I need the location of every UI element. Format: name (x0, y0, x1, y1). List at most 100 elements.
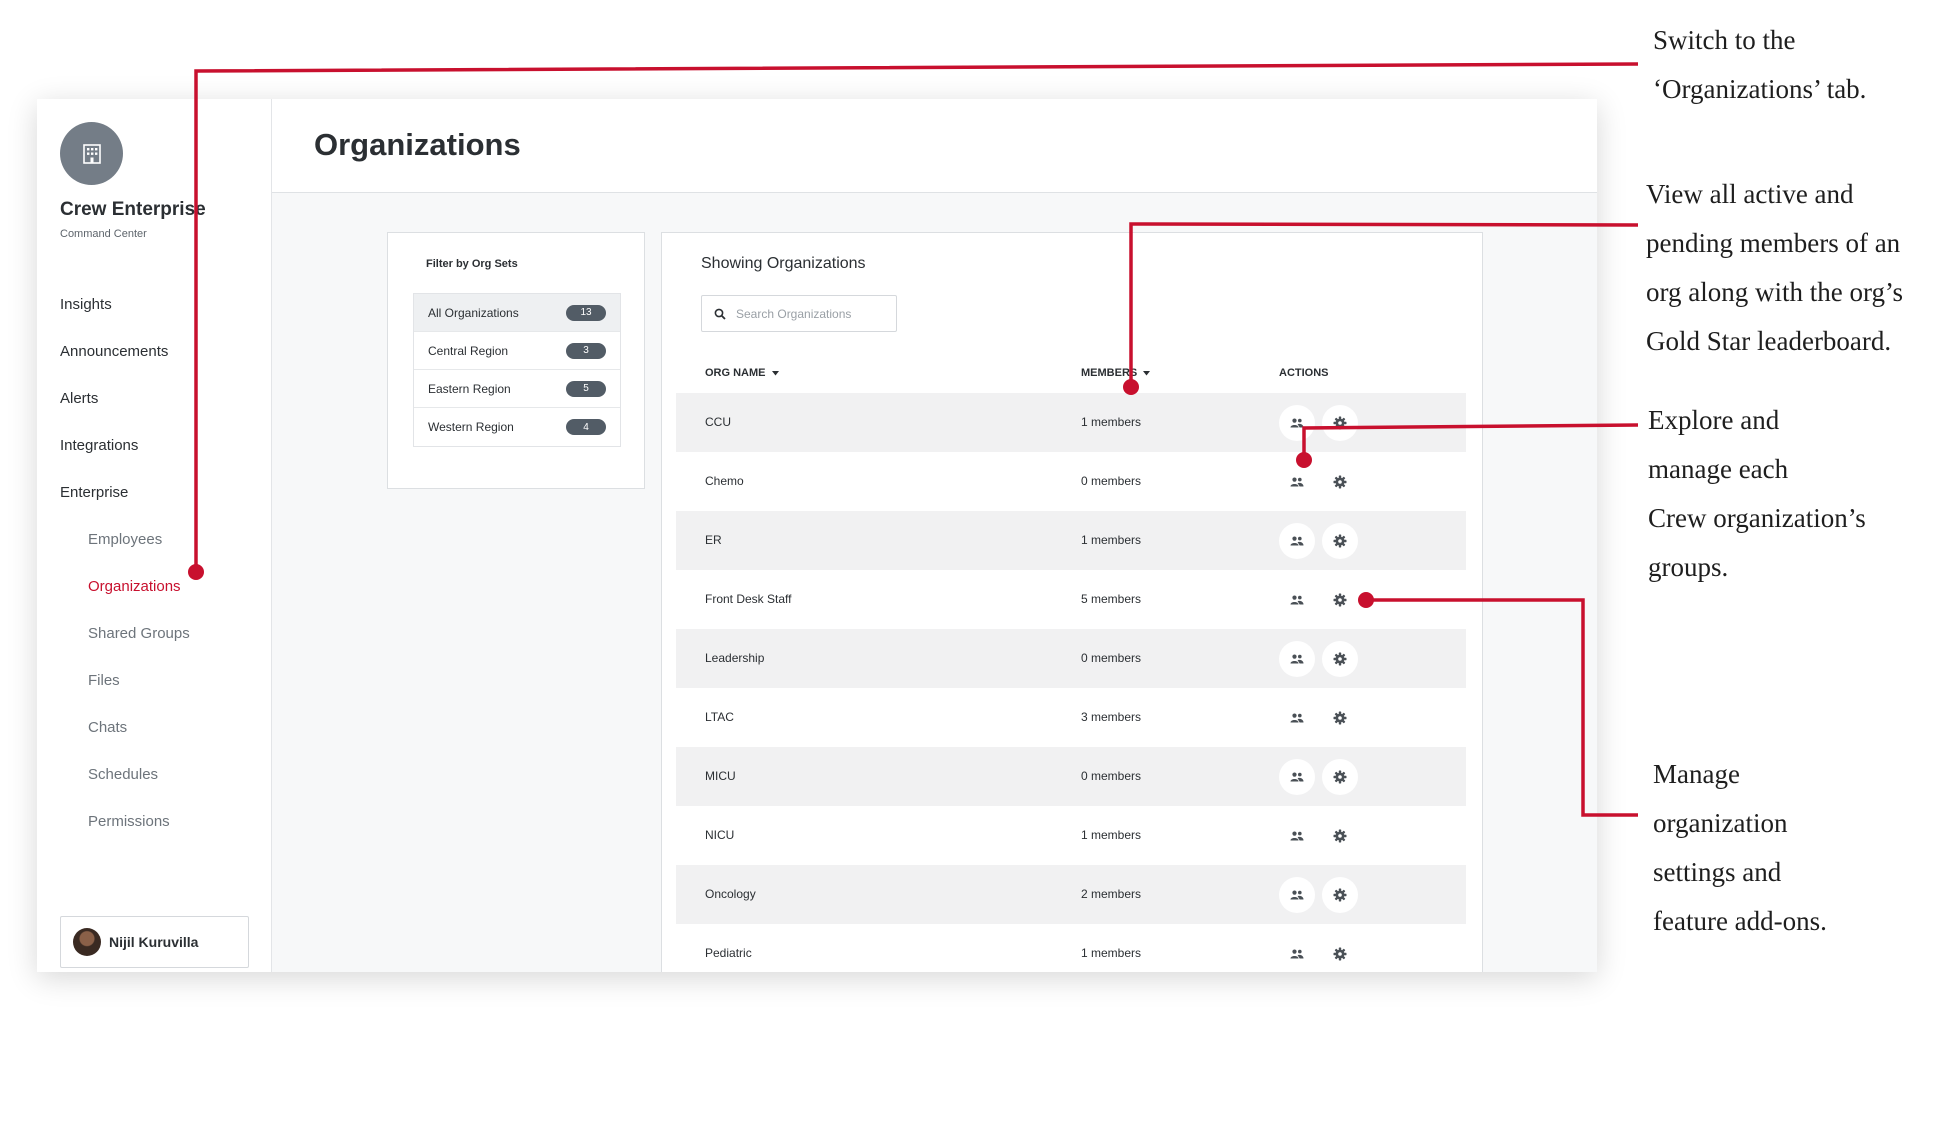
nav-subitem-employees[interactable]: Employees (88, 531, 162, 548)
table-row[interactable]: Front Desk Staff 5 members (676, 570, 1466, 629)
gear-icon (1333, 652, 1347, 666)
members-count-cell: 0 members (1081, 651, 1142, 665)
org-name-cell: CCU (705, 415, 731, 429)
avatar (73, 928, 101, 956)
callout-line: View all active and (1646, 179, 1854, 209)
callout-line: ‘Organizations’ tab. (1653, 74, 1867, 104)
table-row[interactable]: CCU 1 members (676, 393, 1466, 452)
filter-title: Filter by Org Sets (426, 258, 518, 270)
callout-line: org along with the org’s (1646, 277, 1903, 307)
callout-line: groups. (1648, 552, 1729, 582)
brand-subtitle: Command Center (60, 228, 147, 240)
org-settings-button[interactable] (1322, 759, 1358, 795)
org-settings-button[interactable] (1322, 818, 1358, 854)
nav-item-insights[interactable]: Insights (60, 296, 112, 313)
column-header-members[interactable]: MEMBERS (1081, 367, 1151, 379)
callout-line: organization (1653, 808, 1788, 838)
filter-item-all-organizations[interactable]: All Organizations 13 (414, 294, 620, 332)
column-header-label: ORG NAME (705, 367, 766, 379)
org-name-cell: Oncology (705, 887, 756, 901)
column-header-label: ACTIONS (1279, 367, 1329, 379)
members-count-cell: 5 members (1081, 592, 1142, 606)
table-row[interactable]: ER 1 members (676, 511, 1466, 570)
gear-icon (1333, 947, 1347, 961)
org-name-cell: LTAC (705, 710, 734, 724)
people-icon (1290, 772, 1304, 782)
nav-subitem-files[interactable]: Files (88, 672, 120, 689)
filter-item-western-region[interactable]: Western Region 4 (414, 408, 620, 446)
org-settings-button[interactable] (1322, 936, 1358, 972)
org-name-cell: Front Desk Staff (705, 592, 792, 606)
sidebar: Crew Enterprise Command Center Insights … (37, 99, 272, 972)
org-settings-button[interactable] (1322, 877, 1358, 913)
view-members-button[interactable] (1279, 464, 1315, 500)
nav-subitem-permissions[interactable]: Permissions (88, 813, 170, 830)
people-icon (1290, 654, 1304, 664)
brand-name: Crew Enterprise (60, 199, 206, 220)
people-icon (1290, 418, 1304, 428)
view-members-button[interactable] (1279, 936, 1315, 972)
callout-line: manage each (1648, 454, 1789, 484)
members-count-cell: 1 members (1081, 533, 1142, 547)
org-settings-button[interactable] (1322, 464, 1358, 500)
table-row[interactable]: MICU 0 members (676, 747, 1466, 806)
filter-panel: Filter by Org Sets All Organizations 13 … (387, 232, 645, 489)
view-members-button[interactable] (1279, 759, 1315, 795)
nav-item-announcements[interactable]: Announcements (60, 343, 168, 360)
view-members-button[interactable] (1279, 405, 1315, 441)
org-settings-button[interactable] (1322, 405, 1358, 441)
org-settings-button[interactable] (1322, 641, 1358, 677)
search-icon (714, 308, 726, 320)
table-row[interactable]: Pediatric 1 members (676, 924, 1466, 972)
table-row[interactable]: Leadership 0 members (676, 629, 1466, 688)
view-members-button[interactable] (1279, 641, 1315, 677)
people-icon (1290, 890, 1304, 900)
org-settings-button[interactable] (1322, 523, 1358, 559)
nav-item-enterprise[interactable]: Enterprise (60, 484, 128, 501)
org-settings-button[interactable] (1322, 700, 1358, 736)
nav-subitem-shared-groups[interactable]: Shared Groups (88, 625, 190, 642)
table-row[interactable]: NICU 1 members (676, 806, 1466, 865)
members-count-cell: 0 members (1081, 769, 1142, 783)
building-icon (82, 143, 101, 164)
callout-switch-tab: Switch to the ‘Organizations’ tab. (1653, 16, 1866, 114)
count-badge: 4 (566, 419, 606, 435)
org-name-cell: ER (705, 533, 722, 547)
view-members-button[interactable] (1279, 582, 1315, 618)
filter-item-central-region[interactable]: Central Region 3 (414, 332, 620, 370)
table-row[interactable]: LTAC 3 members (676, 688, 1466, 747)
view-members-button[interactable] (1279, 818, 1315, 854)
callout-line: feature add-ons. (1653, 906, 1827, 936)
table-row[interactable]: Oncology 2 members (676, 865, 1466, 924)
org-logo (60, 122, 123, 185)
nav-subitem-chats[interactable]: Chats (88, 719, 127, 736)
nav-item-integrations[interactable]: Integrations (60, 437, 138, 454)
search-box[interactable] (701, 295, 897, 332)
filter-item-label: Western Region (428, 420, 514, 434)
filter-item-label: Central Region (428, 343, 509, 358)
people-icon (1290, 595, 1304, 605)
view-members-button[interactable] (1279, 877, 1315, 913)
count-badge: 5 (566, 380, 606, 397)
organizations-table: CCU 1 members Chemo 0 members ER 1 members Fro… (676, 393, 1466, 972)
callout-line: settings and (1653, 857, 1782, 887)
gear-icon (1333, 829, 1347, 843)
people-icon (1290, 536, 1304, 546)
nav-subitem-organizations[interactable]: Organizations (88, 578, 181, 595)
caret-down-icon (1143, 370, 1151, 375)
table-row[interactable]: Chemo 0 members (676, 452, 1466, 511)
user-menu-button[interactable]: Nijil Kuruvilla (60, 916, 249, 968)
nav-subitem-schedules[interactable]: Schedules (88, 766, 158, 783)
org-name-cell: Leadership (705, 651, 765, 665)
org-settings-button[interactable] (1322, 582, 1358, 618)
filter-item-eastern-region[interactable]: Eastern Region 5 (414, 370, 620, 408)
members-count-cell: 1 members (1081, 415, 1142, 429)
search-input[interactable] (736, 306, 876, 321)
column-header-org-name[interactable]: ORG NAME (705, 367, 779, 379)
count-badge: 3 (566, 342, 606, 359)
nav-item-alerts[interactable]: Alerts (60, 390, 98, 407)
members-count-cell: 0 members (1081, 474, 1142, 488)
view-members-button[interactable] (1279, 523, 1315, 559)
gear-icon (1333, 534, 1347, 548)
view-members-button[interactable] (1279, 700, 1315, 736)
